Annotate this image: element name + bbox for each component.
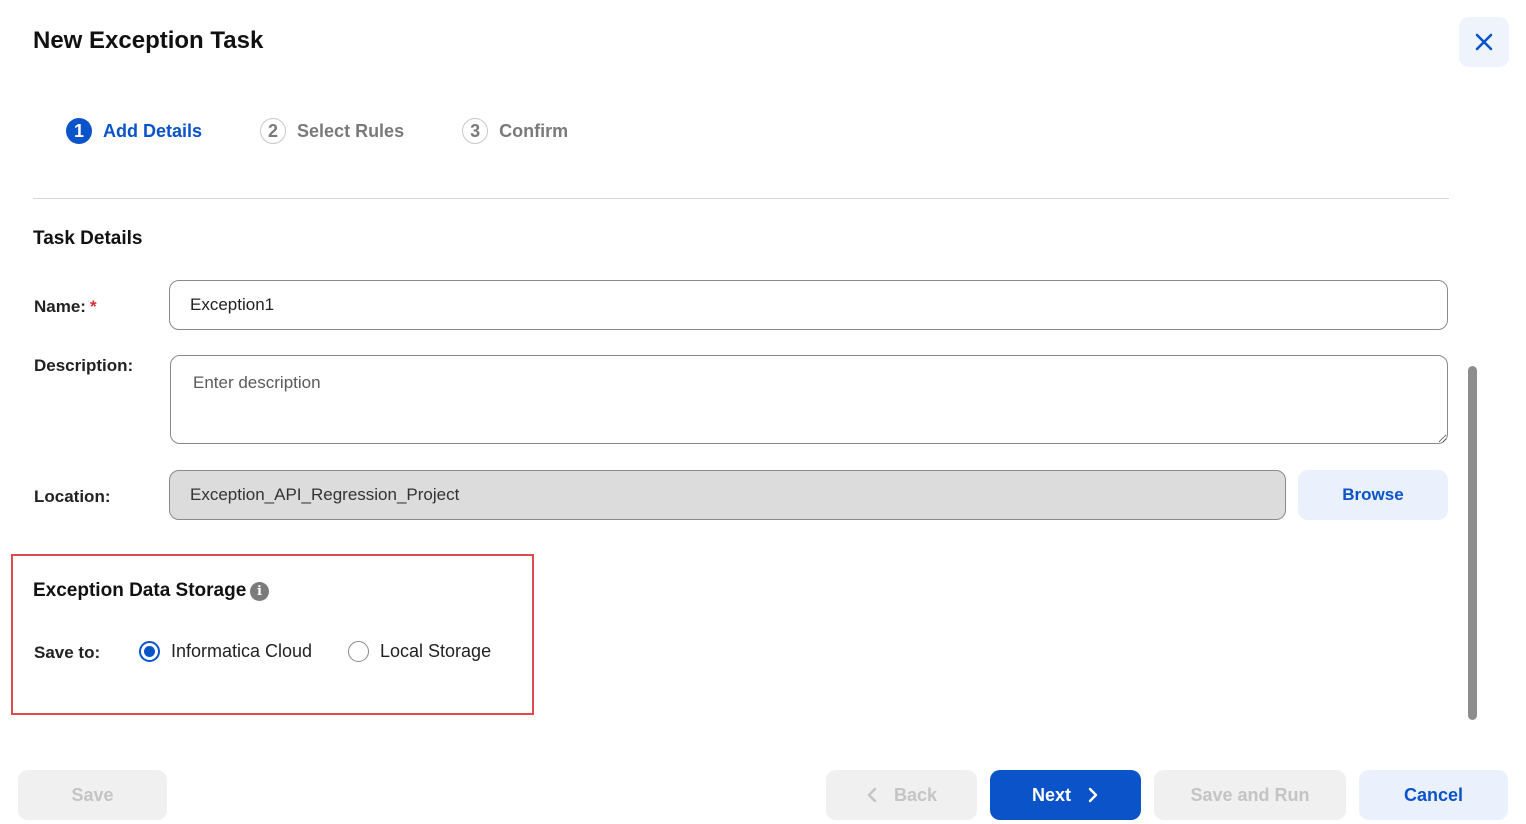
name-input-value: Exception1 [190,295,275,314]
back-label: Back [893,784,938,805]
task-details-title: Task Details [33,228,143,249]
next-label: Next [1031,784,1071,805]
stepper: 1 Add Details 2 Select Rules 3 Confirm [66,118,626,144]
location-field: Exception_API_Regression_Project [169,470,1286,520]
scrollbar[interactable] [1468,366,1477,720]
radio-button[interactable] [139,641,160,662]
radio-label: Local Storage [380,641,492,661]
step-label: Select Rules [297,120,405,141]
radio-informatica-cloud[interactable]: Informatica Cloud [139,641,312,662]
step-label: Confirm [499,120,569,141]
info-icon[interactable]: i [250,582,269,601]
dialog-title: New Exception Task [33,27,264,54]
step-number: 3 [462,118,489,144]
step-label: Add Details [103,120,203,141]
location-value: Exception_API_Regression_Project [190,485,460,504]
close-button[interactable] [1459,17,1509,67]
next-button[interactable]: Next [990,770,1141,820]
radio-label: Informatica Cloud [171,641,313,661]
save-and-run-button[interactable]: Save and Run [1154,770,1346,820]
close-icon [1475,33,1493,51]
step-add-details[interactable]: 1 Add Details [66,118,202,144]
divider [33,198,1449,199]
radio-button[interactable] [348,641,369,662]
step-number: 1 [66,118,92,144]
name-label: Name: * [34,297,97,317]
chevron-left-icon [866,787,878,803]
chevron-right-icon [1087,787,1099,803]
step-confirm[interactable]: 3 Confirm [462,118,568,144]
description-field[interactable] [170,355,1448,444]
description-label: Description: [34,356,134,375]
location-label: Location: [34,487,111,506]
highlight-box [11,554,534,715]
radio-local-storage[interactable]: Local Storage [348,641,491,662]
save-button[interactable]: Save [18,770,167,820]
name-label-text: Name: [34,297,86,316]
required-mark: * [89,297,97,316]
step-number: 2 [260,118,287,144]
exception-data-storage-title: Exception Data Storage [33,580,247,601]
cancel-button[interactable]: Cancel [1359,770,1508,820]
save-to-label: Save to: [34,643,101,662]
step-select-rules[interactable]: 2 Select Rules [260,118,404,144]
name-input[interactable]: Exception1 [169,280,1448,330]
back-button[interactable]: Back [826,770,977,820]
browse-button[interactable]: Browse [1298,470,1448,520]
